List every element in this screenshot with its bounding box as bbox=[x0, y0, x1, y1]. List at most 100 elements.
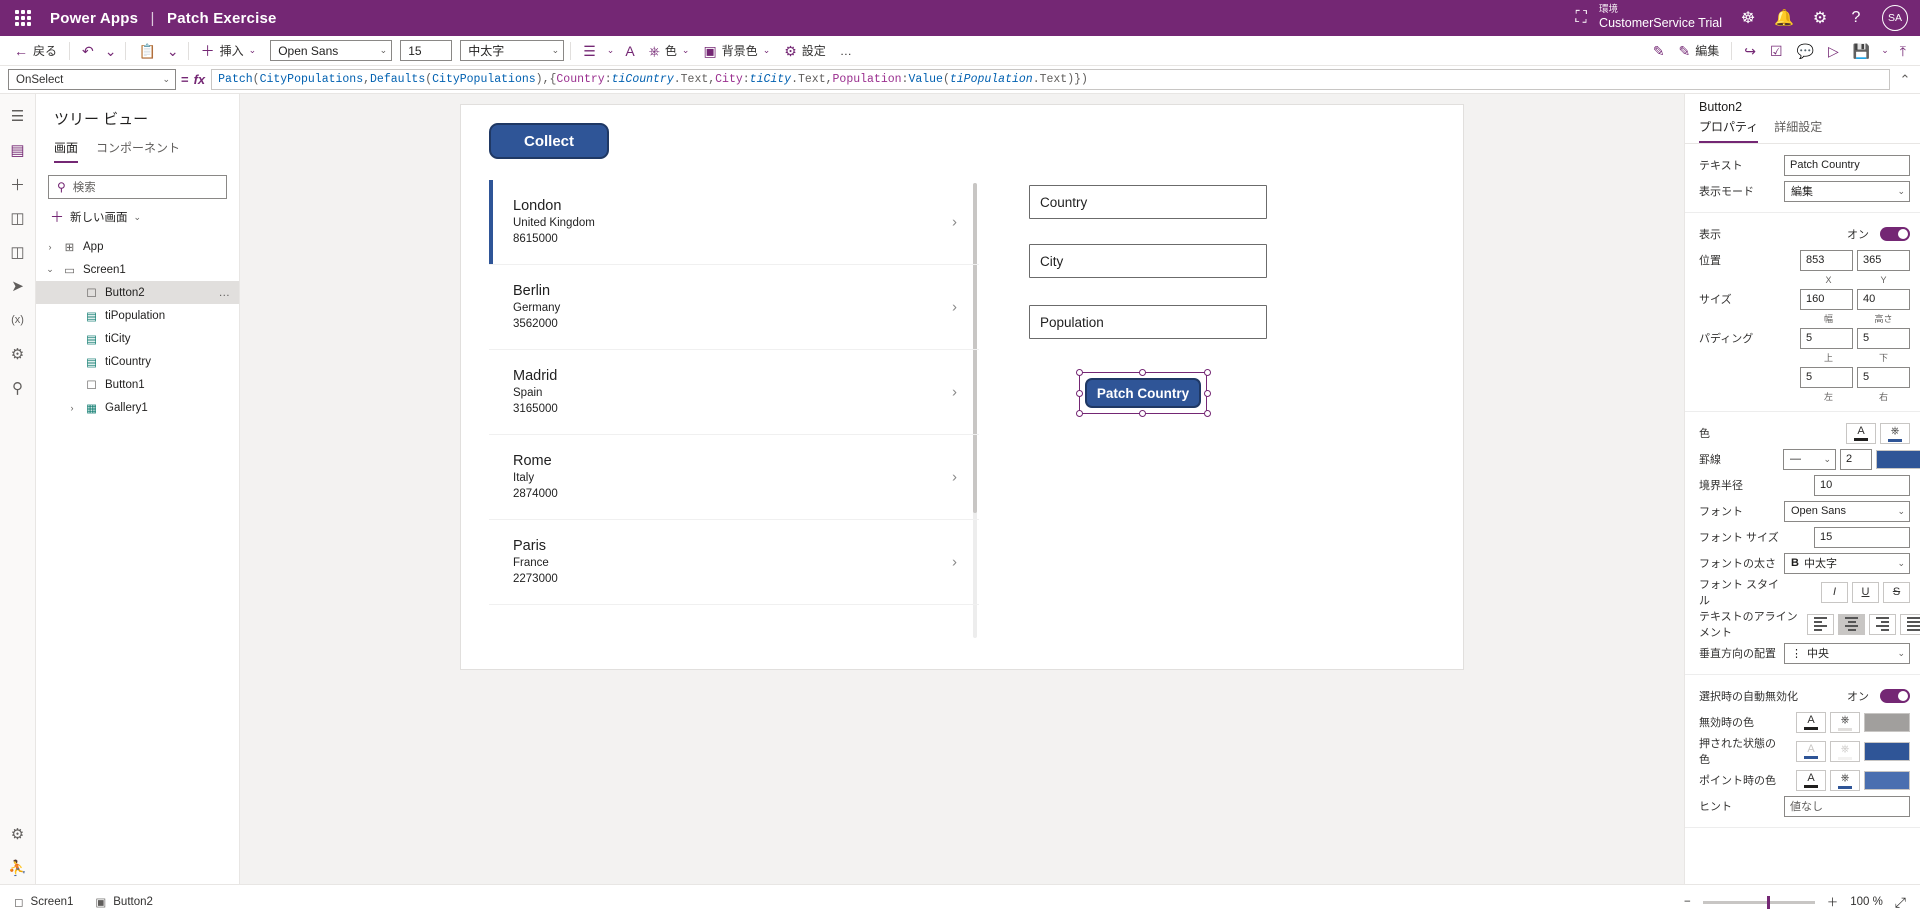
hover-fill-color-icon[interactable]: ⎈ bbox=[1830, 769, 1860, 791]
padding-bottom-field[interactable]: 5 bbox=[1857, 327, 1910, 349]
publish-button[interactable]: ⤒ bbox=[1894, 41, 1912, 61]
align-justify-icon[interactable] bbox=[1900, 613, 1920, 635]
size-height-field[interactable]: 40 bbox=[1857, 288, 1910, 310]
font-size-select[interactable]: 15 bbox=[400, 40, 453, 61]
tree-node-overflow-button[interactable]: … bbox=[219, 287, 232, 299]
insert-button[interactable]: ＋ 挿入 ⌄ bbox=[195, 39, 263, 62]
position-x-field[interactable]: 853 bbox=[1800, 249, 1853, 271]
auto-disable-toggle[interactable] bbox=[1880, 689, 1910, 703]
radius-field[interactable]: 10 bbox=[1814, 474, 1910, 496]
paste-caret-button[interactable]: ⌄ bbox=[164, 41, 182, 61]
rail-data-icon[interactable]: ◫ bbox=[2, 202, 34, 234]
rail-search-icon[interactable]: ⚲ bbox=[2, 372, 34, 404]
resize-handle-e[interactable] bbox=[1204, 390, 1211, 397]
patch-country-button[interactable]: Patch Country bbox=[1085, 378, 1201, 408]
underline-icon[interactable]: U bbox=[1852, 581, 1879, 603]
padding-right-field[interactable]: 5 bbox=[1857, 366, 1910, 388]
chevron-right-icon[interactable]: › bbox=[952, 554, 957, 571]
font-weight-select[interactable]: B 中太字 ⌄ bbox=[1784, 552, 1910, 574]
visible-toggle[interactable] bbox=[1880, 227, 1910, 241]
resize-handle-w[interactable] bbox=[1076, 390, 1083, 397]
feedback-icon[interactable]: ☸ bbox=[1738, 8, 1758, 28]
align-center-icon[interactable] bbox=[1838, 613, 1865, 635]
save-button[interactable]: 💾 bbox=[1847, 41, 1876, 61]
status-control-chip[interactable]: ▣ Button2 bbox=[95, 895, 153, 909]
preview-button[interactable]: ▷ bbox=[1822, 41, 1845, 61]
size-width-field[interactable]: 160 bbox=[1800, 288, 1853, 310]
text-align-caret-button[interactable]: ⌄ bbox=[604, 43, 618, 58]
tree-node-ticountry[interactable]: ▤ tiCountry bbox=[36, 350, 239, 373]
checker-button[interactable]: ☑ bbox=[1764, 41, 1789, 61]
vertical-align-select[interactable]: ⋮ 中央 ⌄ bbox=[1784, 642, 1910, 664]
disabled-font-color-icon[interactable]: A bbox=[1796, 711, 1826, 733]
status-screen-chip[interactable]: ◻ Screen1 bbox=[14, 895, 73, 909]
chevron-right-icon[interactable]: › bbox=[952, 299, 957, 316]
zoom-in-button[interactable]: ＋ bbox=[1827, 894, 1839, 910]
disabled-fill-color-icon[interactable]: ⎈ bbox=[1830, 711, 1860, 733]
pressed-fill-color-icon[interactable]: ⎈ bbox=[1830, 740, 1860, 762]
text-field[interactable]: Patch Country bbox=[1784, 154, 1910, 176]
rail-variables-icon[interactable]: (x) bbox=[2, 304, 34, 336]
paste-button[interactable]: 📋 bbox=[132, 41, 161, 61]
border-style-select[interactable]: — ⌄ bbox=[1783, 448, 1836, 470]
font-color-button[interactable]: A bbox=[619, 41, 640, 61]
edit-mode-button[interactable]: ✎ 編集 bbox=[1673, 39, 1726, 62]
country-input[interactable]: Country bbox=[1029, 185, 1267, 219]
zoom-slider[interactable] bbox=[1702, 895, 1815, 909]
tree-search-input[interactable]: ⚲ 検索 bbox=[48, 175, 227, 199]
rail-settings-gear-icon[interactable]: ⚙ bbox=[2, 818, 34, 850]
zoom-out-button[interactable]: − bbox=[1684, 896, 1691, 908]
gallery-row[interactable]: Madrid Spain 3165000 › bbox=[489, 350, 979, 435]
tab-properties[interactable]: プロパティ bbox=[1699, 118, 1759, 143]
hover-border-swatch[interactable] bbox=[1864, 770, 1910, 790]
color-button[interactable]: ⎈ 色 ⌄ bbox=[643, 39, 696, 62]
tooltip-field[interactable]: 値なし bbox=[1784, 795, 1910, 817]
gallery-row[interactable]: Paris France 2273000 › bbox=[489, 520, 979, 605]
pressed-border-swatch[interactable] bbox=[1864, 741, 1910, 761]
fit-screen-icon[interactable]: ⤢ bbox=[1895, 894, 1906, 911]
resize-handle-ne[interactable] bbox=[1204, 369, 1211, 376]
display-mode-select[interactable]: 編集 ⌄ bbox=[1784, 180, 1910, 202]
hover-font-color-icon[interactable]: A bbox=[1796, 769, 1826, 791]
resize-handle-n[interactable] bbox=[1139, 369, 1146, 376]
help-icon[interactable]: ? bbox=[1846, 8, 1866, 28]
overflow-button[interactable]: … bbox=[834, 41, 858, 61]
font-color-icon[interactable]: A bbox=[1846, 422, 1876, 444]
formula-expand-button[interactable]: ⌃ bbox=[1890, 66, 1920, 93]
city-input[interactable]: City bbox=[1029, 244, 1267, 278]
padding-top-field[interactable]: 5 bbox=[1800, 327, 1853, 349]
tree-node-app[interactable]: › ⊞ App bbox=[36, 235, 239, 258]
resize-handle-sw[interactable] bbox=[1076, 410, 1083, 417]
formula-input[interactable]: Patch(CityPopulations,Defaults(CityPopul… bbox=[211, 69, 1890, 90]
tree-node-screen1[interactable]: ⌄ ▭ Screen1 bbox=[36, 258, 239, 281]
population-input[interactable]: Population bbox=[1029, 305, 1267, 339]
tab-screens[interactable]: 画面 bbox=[54, 139, 79, 163]
font-weight-select[interactable]: 中太字 ⌄ bbox=[460, 40, 565, 61]
align-left-icon[interactable] bbox=[1807, 613, 1834, 635]
avatar[interactable]: SA bbox=[1882, 5, 1908, 31]
rail-layers-icon[interactable]: ▤ bbox=[2, 134, 34, 166]
notifications-icon[interactable]: 🔔 bbox=[1774, 8, 1794, 28]
gallery-row[interactable]: Berlin Germany 3562000 › bbox=[489, 265, 979, 350]
tree-node-tipopulation[interactable]: ▤ tiPopulation bbox=[36, 304, 239, 327]
rail-accessibility-icon[interactable]: ⛹ bbox=[2, 852, 34, 884]
settings-button[interactable]: ⚙ 設定 bbox=[778, 39, 832, 62]
tree-node-gallery1[interactable]: › ▦ Gallery1 bbox=[36, 396, 239, 419]
tree-node-button2[interactable]: ☐ Button2… bbox=[36, 281, 239, 304]
tree-node-button1[interactable]: ☐ Button1 bbox=[36, 373, 239, 396]
collect-button[interactable]: Collect bbox=[489, 123, 609, 159]
chevron-right-icon[interactable]: › bbox=[952, 214, 957, 231]
pressed-font-color-icon[interactable]: A bbox=[1796, 740, 1826, 762]
background-color-button[interactable]: ▣ 背景色 ⌄ bbox=[697, 39, 776, 62]
rail-components-icon[interactable]: ⚙ bbox=[2, 338, 34, 370]
padding-left-field[interactable]: 5 bbox=[1800, 366, 1853, 388]
environment-selector[interactable]: ⛶ 環境 CustomerService Trial bbox=[1571, 4, 1722, 30]
border-width-field[interactable]: 2 bbox=[1840, 448, 1872, 470]
resize-handle-nw[interactable] bbox=[1076, 369, 1083, 376]
gallery1[interactable]: London United Kingdom 8615000 › Berlin German… bbox=[489, 180, 979, 640]
new-screen-button[interactable]: ＋ 新しい画面 ⌄ bbox=[36, 199, 239, 235]
rail-power-automate-icon[interactable]: ➤ bbox=[2, 270, 34, 302]
comments-button[interactable]: 💬 bbox=[1791, 41, 1820, 61]
gallery-row[interactable]: London United Kingdom 8615000 › bbox=[489, 180, 979, 265]
chevron-icon[interactable]: › bbox=[44, 242, 56, 252]
